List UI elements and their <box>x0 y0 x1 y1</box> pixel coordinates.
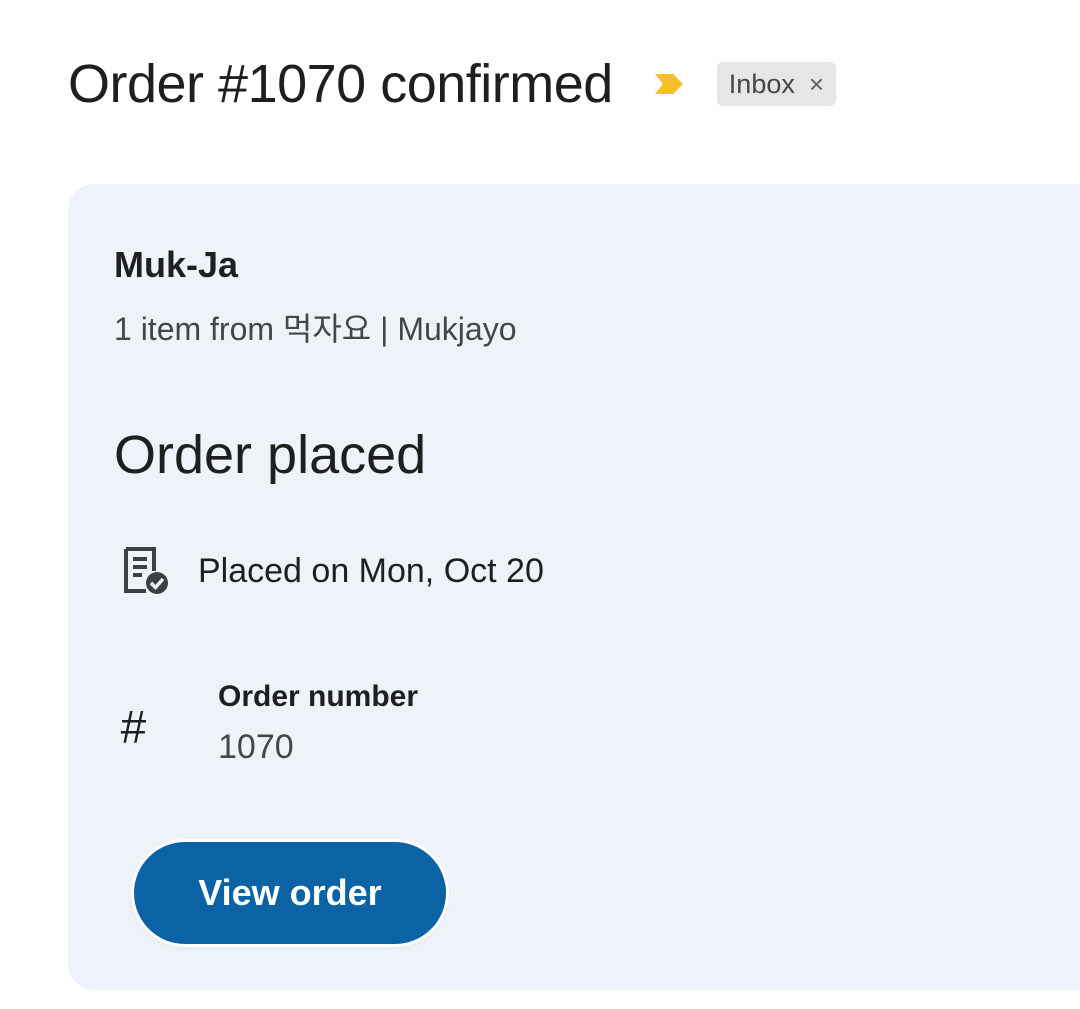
order-status-heading: Order placed <box>114 425 427 485</box>
receipt-check-icon <box>120 545 172 597</box>
label-chip-text: Inbox <box>728 68 795 99</box>
placed-date-row: Placed on Mon, Oct 20 <box>120 544 544 598</box>
view-order-button[interactable]: View order <box>134 842 446 944</box>
importance-marker-icon[interactable] <box>653 72 685 96</box>
label-chip-inbox[interactable]: Inbox × <box>716 62 837 106</box>
merchant-name: Muk-Ja <box>114 244 239 285</box>
order-card: Muk-Ja 1 item from 먹자요 | Mukjayo Order p… <box>68 184 1080 990</box>
order-number-value: 1070 <box>218 728 294 766</box>
hash-icon: # <box>120 701 146 753</box>
items-summary: 1 item from 먹자요 | Mukjayo <box>114 311 517 347</box>
order-number-label: Order number <box>218 680 419 713</box>
remove-label-icon[interactable]: × <box>809 69 824 100</box>
placed-date-text: Placed on Mon, Oct 20 <box>198 551 544 590</box>
subject-row: Order #1070 confirmed Inbox × <box>68 52 837 116</box>
email-view: Order #1070 confirmed Inbox × Muk-Ja 1 i… <box>0 0 1080 1009</box>
email-subject: Order #1070 confirmed <box>68 54 613 114</box>
